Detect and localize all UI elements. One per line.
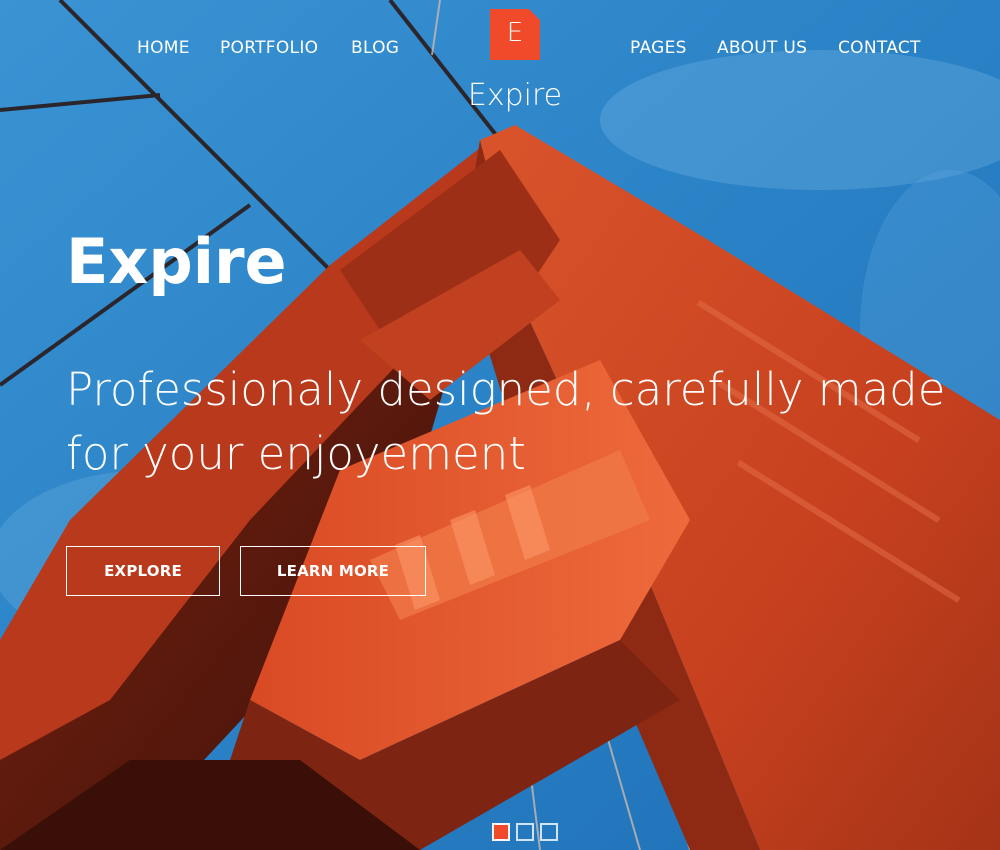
- nav-home[interactable]: HOME: [137, 38, 190, 58]
- slide-dot-2[interactable]: [516, 823, 534, 841]
- nav-portfolio[interactable]: PORTFOLIO: [220, 38, 318, 58]
- nav-about-us[interactable]: ABOUT US: [717, 38, 807, 58]
- learn-more-button[interactable]: LEARN MORE: [240, 546, 426, 596]
- slider-pagination: [492, 823, 564, 843]
- nav-blog[interactable]: BLOG: [351, 38, 399, 58]
- brand-name[interactable]: Expire: [430, 78, 600, 113]
- hero-title: Expire: [66, 225, 287, 298]
- slide-dot-1[interactable]: [492, 823, 510, 841]
- hero-tagline: Professionaly designed, carefully made f…: [66, 363, 946, 480]
- nav-pages[interactable]: PAGES: [630, 38, 687, 58]
- logo-letter: E: [506, 18, 524, 48]
- explore-button[interactable]: EXPLORE: [66, 546, 220, 596]
- slide-dot-3[interactable]: [540, 823, 558, 841]
- nav-contact[interactable]: CONTACT: [838, 38, 921, 58]
- logo[interactable]: E: [490, 9, 540, 60]
